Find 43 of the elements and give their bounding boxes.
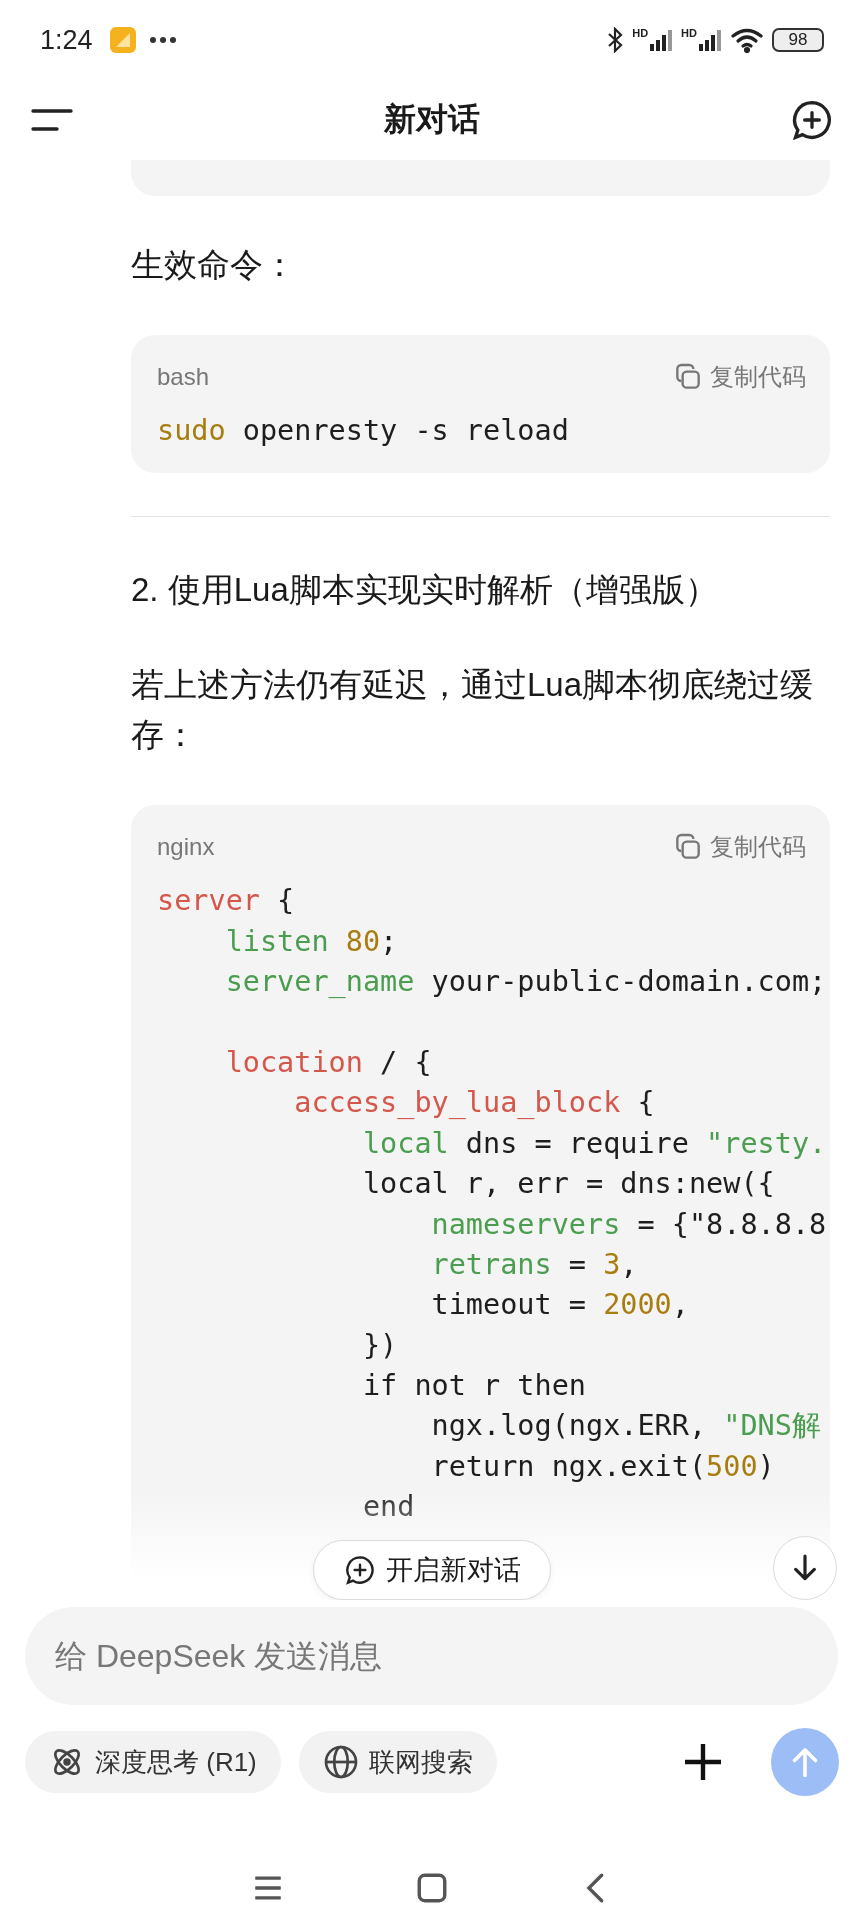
wifi-icon [730,27,764,53]
notification-icon [108,26,137,54]
copy-code-button[interactable]: 复制代码 [672,831,806,864]
code-line: server { [157,883,295,920]
home-icon[interactable] [415,1871,449,1905]
more-dots-icon [148,36,177,44]
toggle-chip[interactable]: 深度思考 (R1) [25,1731,281,1793]
code-line: }) [362,1327,398,1364]
message-input[interactable]: 给 DeepSeek 发送消息 [25,1607,838,1705]
chat-title: 新对话 [383,100,481,139]
code-line: retrans = 3, [431,1246,638,1283]
section-heading: 2. 使用Lua脚本实现实时解析（增强版） [131,570,719,611]
paragraph: 生效命令： [131,245,297,285]
language-label: nginx [157,833,215,862]
signal-icon [698,28,722,52]
code-line: end [362,1489,415,1526]
paragraph: 若上述方法仍有延迟，通过Lua脚本彻底绕过缓存： [131,665,815,756]
code-line: local dns = require "resty. [362,1125,827,1162]
status-time: 1:24 [40,24,93,56]
bluetooth-icon [606,27,625,53]
hd-label: HD [632,28,649,39]
code-line: sudo openresty -s reload [157,413,569,449]
battery-indicator: 98 [772,28,824,52]
code-line: if not r then [362,1368,586,1405]
globe-icon [322,1744,359,1780]
copy-code-button[interactable]: 复制代码 [672,361,806,393]
code-line: return ngx.exit(500) [431,1448,775,1485]
code-line: local r, err = dns:new({ [362,1166,775,1203]
code-line: nameservers = {"8.8.8.8 [431,1206,827,1243]
code-line: access_by_lua_block { [294,1085,655,1122]
new-chat-icon [343,1554,376,1586]
code-line: timeout = 2000, [431,1287,689,1324]
toggle-chip[interactable]: 联网搜索 [298,1731,497,1793]
signal-icon [649,28,674,52]
menu-icon[interactable] [30,108,74,132]
new-chat-icon[interactable] [790,98,834,142]
code-line: ngx.log(ngx.ERR, "DNS解 [431,1408,821,1445]
code-line: listen 80; [225,923,398,960]
new-chat-button[interactable]: 开启新对话 [313,1540,551,1600]
code-line: server_name your-public-domain.com; [225,964,827,1001]
code-line: location / { [225,1044,432,1081]
language-label: bash [157,363,210,391]
hd-label: HD [681,28,697,39]
